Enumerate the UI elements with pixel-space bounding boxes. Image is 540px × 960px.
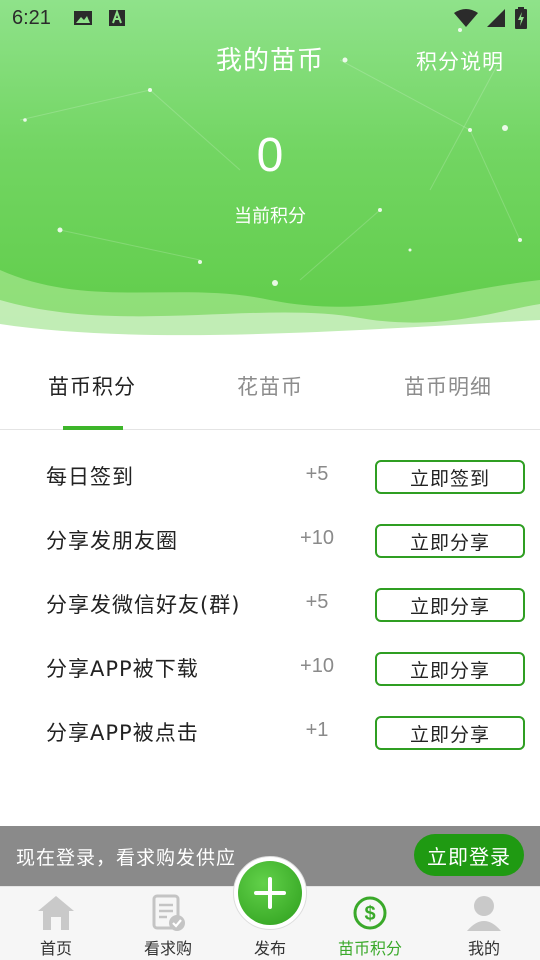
status-bar: 6:21 (0, 0, 540, 36)
task-name: 分享发朋友圈 (46, 529, 178, 553)
plus-icon (254, 877, 286, 909)
task-points: +10 (300, 527, 334, 549)
nav-coin-points[interactable]: $ 苗币积分 (316, 887, 424, 960)
nav-label: 看求购 (143, 939, 192, 958)
task-points: +5 (305, 591, 329, 613)
points-header: 6:21 我的苗币 积分说明 0 当前积分 (0, 0, 540, 340)
task-points: +1 (305, 719, 329, 741)
check-in-button[interactable]: 立即签到 (375, 460, 525, 494)
nav-home[interactable]: 首页 (2, 887, 110, 960)
svg-text:$: $ (364, 903, 375, 925)
publish-fab-circle (238, 861, 302, 925)
task-row: 分享APP被下载 +10 立即分享 (0, 637, 540, 701)
status-time: 6:21 (12, 6, 51, 29)
task-list: 每日签到 +5 立即签到 分享发朋友圈 +10 立即分享 分享发微信好友(群) … (0, 445, 540, 765)
task-points: +5 (305, 463, 329, 485)
nav-label: 首页 (39, 939, 72, 958)
user-icon (467, 896, 501, 931)
nav-label: 苗币积分 (337, 939, 402, 958)
nav-label: 我的 (467, 939, 500, 958)
current-points-label: 当前积分 (234, 206, 306, 227)
task-row: 每日签到 +5 立即签到 (0, 445, 540, 509)
login-button[interactable]: 立即登录 (414, 834, 524, 876)
publish-fab-button[interactable] (233, 856, 307, 930)
task-name: 分享APP被下载 (46, 657, 199, 681)
task-name: 分享发微信好友(群) (46, 593, 241, 617)
signal-icon (487, 9, 505, 27)
text-a-icon (108, 9, 125, 26)
nav-label: 发布 (253, 939, 286, 958)
tab-flower-seedling-coin[interactable]: 花苗币 (180, 342, 360, 430)
header-wave (0, 270, 540, 340)
coin-dollar-icon: $ (353, 896, 387, 930)
nav-profile[interactable]: 我的 (430, 887, 538, 960)
task-row: 分享发微信好友(群) +5 立即分享 (0, 573, 540, 637)
points-rules-link[interactable]: 积分说明 (416, 46, 504, 76)
task-points: +10 (300, 655, 334, 677)
share-moments-button[interactable]: 立即分享 (375, 524, 525, 558)
task-row: 分享APP被点击 +1 立即分享 (0, 701, 540, 765)
battery-charging-icon (515, 7, 527, 29)
nav-purchase-requests[interactable]: 看求购 (114, 887, 222, 960)
home-icon (38, 896, 74, 930)
image-icon (73, 11, 92, 25)
task-name: 分享APP被点击 (46, 721, 199, 745)
share-app-click-button[interactable]: 立即分享 (375, 716, 525, 750)
tab-bar: 苗币积分 花苗币 苗币明细 (0, 342, 540, 430)
task-row: 分享发朋友圈 +10 立即分享 (0, 509, 540, 573)
share-app-download-button[interactable]: 立即分享 (375, 652, 525, 686)
login-prompt-text: 现在登录，看求购发供应 (16, 846, 237, 869)
document-check-icon (152, 894, 185, 931)
share-wechat-friend-button[interactable]: 立即分享 (375, 588, 525, 622)
current-points-value: 0 (256, 129, 284, 182)
tab-coin-details[interactable]: 苗币明细 (360, 342, 540, 430)
task-name: 每日签到 (46, 465, 134, 489)
tab-seedling-coin-points[interactable]: 苗币积分 (0, 342, 180, 430)
wifi-icon (454, 9, 478, 27)
